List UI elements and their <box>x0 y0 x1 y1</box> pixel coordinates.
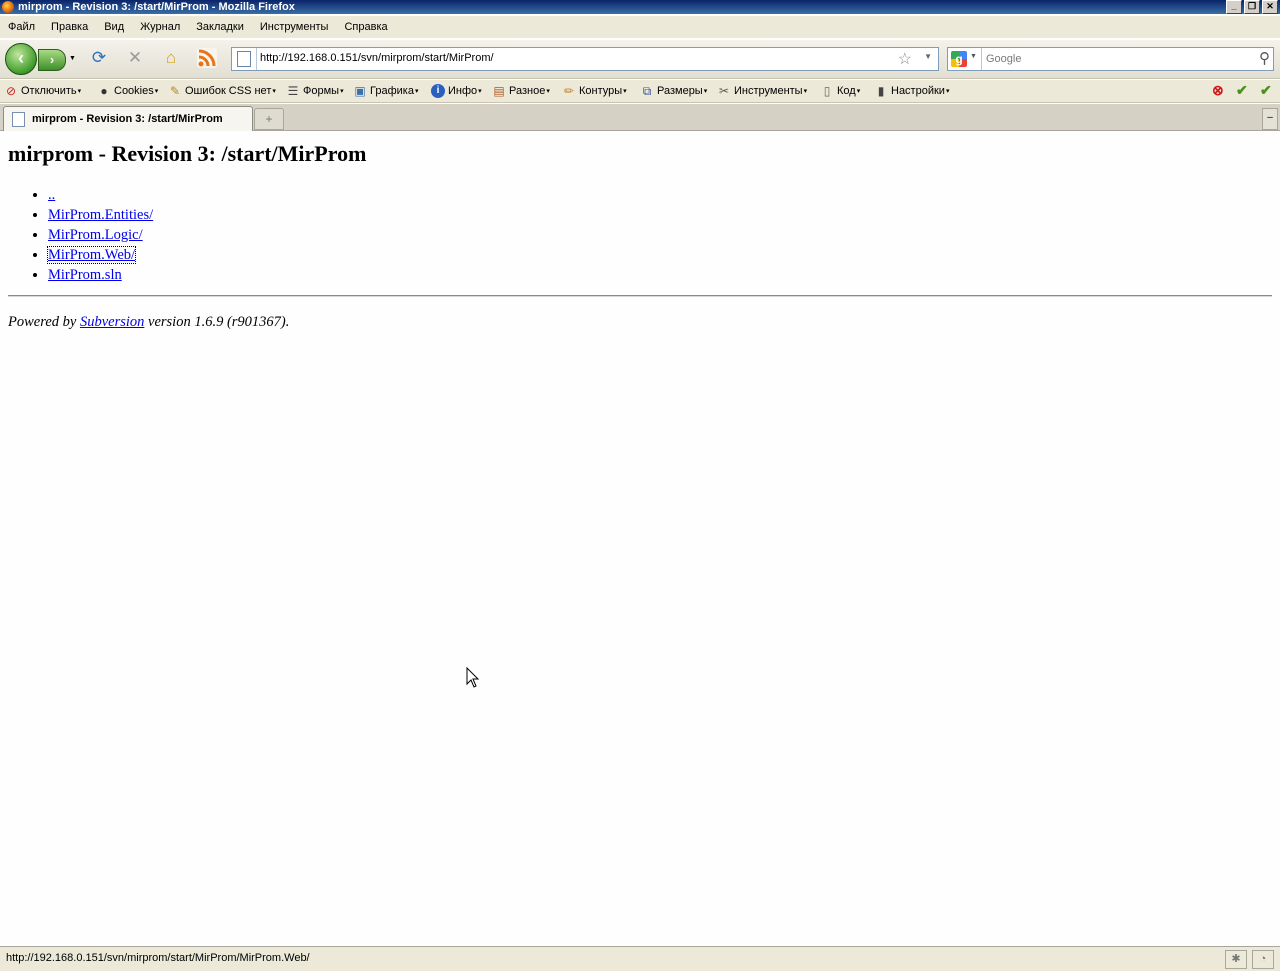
google-engine-icon[interactable]: g <box>951 51 967 67</box>
tab-label: mirprom - Revision 3: /start/MirProm <box>32 113 223 125</box>
history-dropdown-icon[interactable]: ▼ <box>69 55 76 62</box>
rss-icon[interactable] <box>197 48 217 68</box>
menu-file[interactable]: Файл <box>0 21 43 33</box>
page-icon <box>12 112 25 127</box>
css-valid-icon[interactable]: ✔ <box>1236 82 1248 99</box>
page-title: mirprom - Revision 3: /start/MirProm <box>8 141 367 166</box>
tab-active[interactable]: mirprom - Revision 3: /start/MirProm <box>3 106 253 131</box>
devbar-source[interactable]: ▯ Код ▾ <box>820 83 861 99</box>
devbar-options[interactable]: ▮ Настройки ▾ <box>874 83 950 99</box>
search-bar[interactable]: g ▼ Google ⚲ <box>947 47 1274 71</box>
url-bar[interactable]: http://192.168.0.151/svn/mirprom/start/M… <box>231 47 939 71</box>
window-controls: _ ❐ ✕ <box>1226 0 1278 14</box>
info-icon: i <box>431 84 445 98</box>
code-icon: ▯ <box>823 84 831 98</box>
window-titlebar: mirprom - Revision 3: /start/MirProm - M… <box>0 0 1280 14</box>
web-dir-link[interactable]: MirProm.Web/ <box>46 246 137 264</box>
list-item: MirProm.Entities/ <box>48 205 153 225</box>
status-bar: http://192.168.0.151/svn/mirprom/start/M… <box>0 946 1280 971</box>
home-icon[interactable]: ⌂ <box>161 48 181 68</box>
status-text: http://192.168.0.151/svn/mirprom/start/M… <box>6 952 310 964</box>
user-icon: ● <box>100 84 108 98</box>
settings-icon: ▮ <box>877 84 885 98</box>
restore-button[interactable]: ❐ <box>1244 0 1260 14</box>
addon-status-icon[interactable]: ✱ <box>1225 950 1247 969</box>
error-status-icon[interactable]: ⊗ <box>1212 82 1224 99</box>
menu-view[interactable]: Вид <box>96 21 132 33</box>
tab-strip: mirprom - Revision 3: /start/MirProm + – <box>0 104 1280 131</box>
disable-icon: ⊘ <box>5 84 17 98</box>
html-valid-icon[interactable]: ✔ <box>1260 82 1272 99</box>
resize-icon: ⧉ <box>642 84 652 98</box>
subversion-link[interactable]: Subversion <box>80 314 144 330</box>
parent-dir-link[interactable]: .. <box>48 187 55 203</box>
firefox-logo-icon <box>2 1 14 13</box>
list-item: .. <box>48 185 153 205</box>
new-tab-button[interactable]: + <box>254 108 284 130</box>
minimize-button[interactable]: _ <box>1226 0 1242 14</box>
page-icon <box>237 51 251 67</box>
tools-icon: ✂ <box>718 84 730 98</box>
devbar-tools[interactable]: ✂ Инструменты ▾ <box>717 83 807 99</box>
close-window-button[interactable]: ✕ <box>1262 0 1278 14</box>
back-icon[interactable]: ‹ <box>5 43 37 75</box>
devbar-info[interactable]: i Инфо ▾ <box>431 83 482 99</box>
entities-dir-link[interactable]: MirProm.Entities/ <box>48 207 153 223</box>
devbar-misc[interactable]: ▤ Разное ▾ <box>492 83 550 99</box>
menu-help[interactable]: Справка <box>336 21 395 33</box>
search-magnifier-icon[interactable]: ⚲ <box>1259 49 1270 67</box>
devbar-resize[interactable]: ⧉ Размеры ▾ <box>640 83 708 99</box>
devbar-forms[interactable]: ☰ Формы ▾ <box>286 83 344 99</box>
directory-listing: .. MirProm.Entities/ MirProm.Logic/ MirP… <box>8 185 153 285</box>
search-input[interactable]: Google <box>986 53 1021 65</box>
list-item: MirProm.sln <box>48 265 153 285</box>
stop-icon[interactable]: ✕ <box>125 48 145 68</box>
menu-history[interactable]: Журнал <box>132 21 188 33</box>
url-input[interactable]: http://192.168.0.151/svn/mirprom/start/M… <box>260 52 494 64</box>
sln-file-link[interactable]: MirProm.sln <box>48 267 122 283</box>
menu-bar: Файл Правка Вид Журнал Закладки Инструме… <box>0 16 1280 38</box>
navigation-toolbar: › ‹ ▼ ⟳ ✕ ⌂ http://192.168.0.151/svn/mir… <box>0 40 1280 79</box>
menu-bookmarks[interactable]: Закладки <box>188 21 252 33</box>
divider <box>8 295 1272 297</box>
url-dropdown-icon[interactable]: ▼ <box>924 52 932 61</box>
forward-icon[interactable]: › <box>38 49 66 71</box>
mouse-cursor-icon <box>466 667 480 688</box>
devbar-images[interactable]: ▣ Графика ▾ <box>353 83 418 99</box>
list-item: MirProm.Logic/ <box>48 225 153 245</box>
menu-edit[interactable]: Правка <box>43 21 96 33</box>
devbar-cookies[interactable]: ● Cookies ▾ <box>97 83 158 99</box>
image-icon: ▣ <box>354 84 366 98</box>
list-all-tabs-button[interactable]: – <box>1262 108 1278 130</box>
pencil-icon: ✎ <box>169 84 181 98</box>
reload-icon[interactable]: ⟳ <box>89 48 109 68</box>
back-forward-group: › ‹ ▼ <box>5 43 79 75</box>
menu-tools[interactable]: Инструменты <box>252 21 337 33</box>
engine-dropdown-icon[interactable]: ▼ <box>970 53 977 60</box>
outline-pencil-icon: ✏ <box>563 84 575 98</box>
devbar-outline[interactable]: ✏ Контуры ▾ <box>562 83 627 99</box>
logic-dir-link[interactable]: MirProm.Logic/ <box>48 227 143 243</box>
web-developer-toolbar: ⊘ Отключить ▾ ● Cookies ▾ ✎ Ошибок CSS нет ▾ ☰… <box>0 80 1280 103</box>
page-content: mirprom - Revision 3: /start/MirProm .. … <box>0 131 1280 946</box>
forms-icon: ☰ <box>287 84 299 98</box>
devbar-disable[interactable]: ⊘ Отключить ▾ <box>4 83 81 99</box>
devbar-css[interactable]: ✎ Ошибок CSS нет ▾ <box>168 83 276 99</box>
window-title: mirprom - Revision 3: /start/MirProm - M… <box>18 1 295 13</box>
list-item: MirProm.Web/ <box>46 245 153 265</box>
bookmark-star-icon[interactable]: ☆ <box>898 49 912 69</box>
misc-icon: ▤ <box>493 84 505 98</box>
footer-powered-by: Powered by Subversion version 1.6.9 (r90… <box>8 314 290 330</box>
rss-status-icon[interactable]: ◔ <box>1252 950 1274 969</box>
